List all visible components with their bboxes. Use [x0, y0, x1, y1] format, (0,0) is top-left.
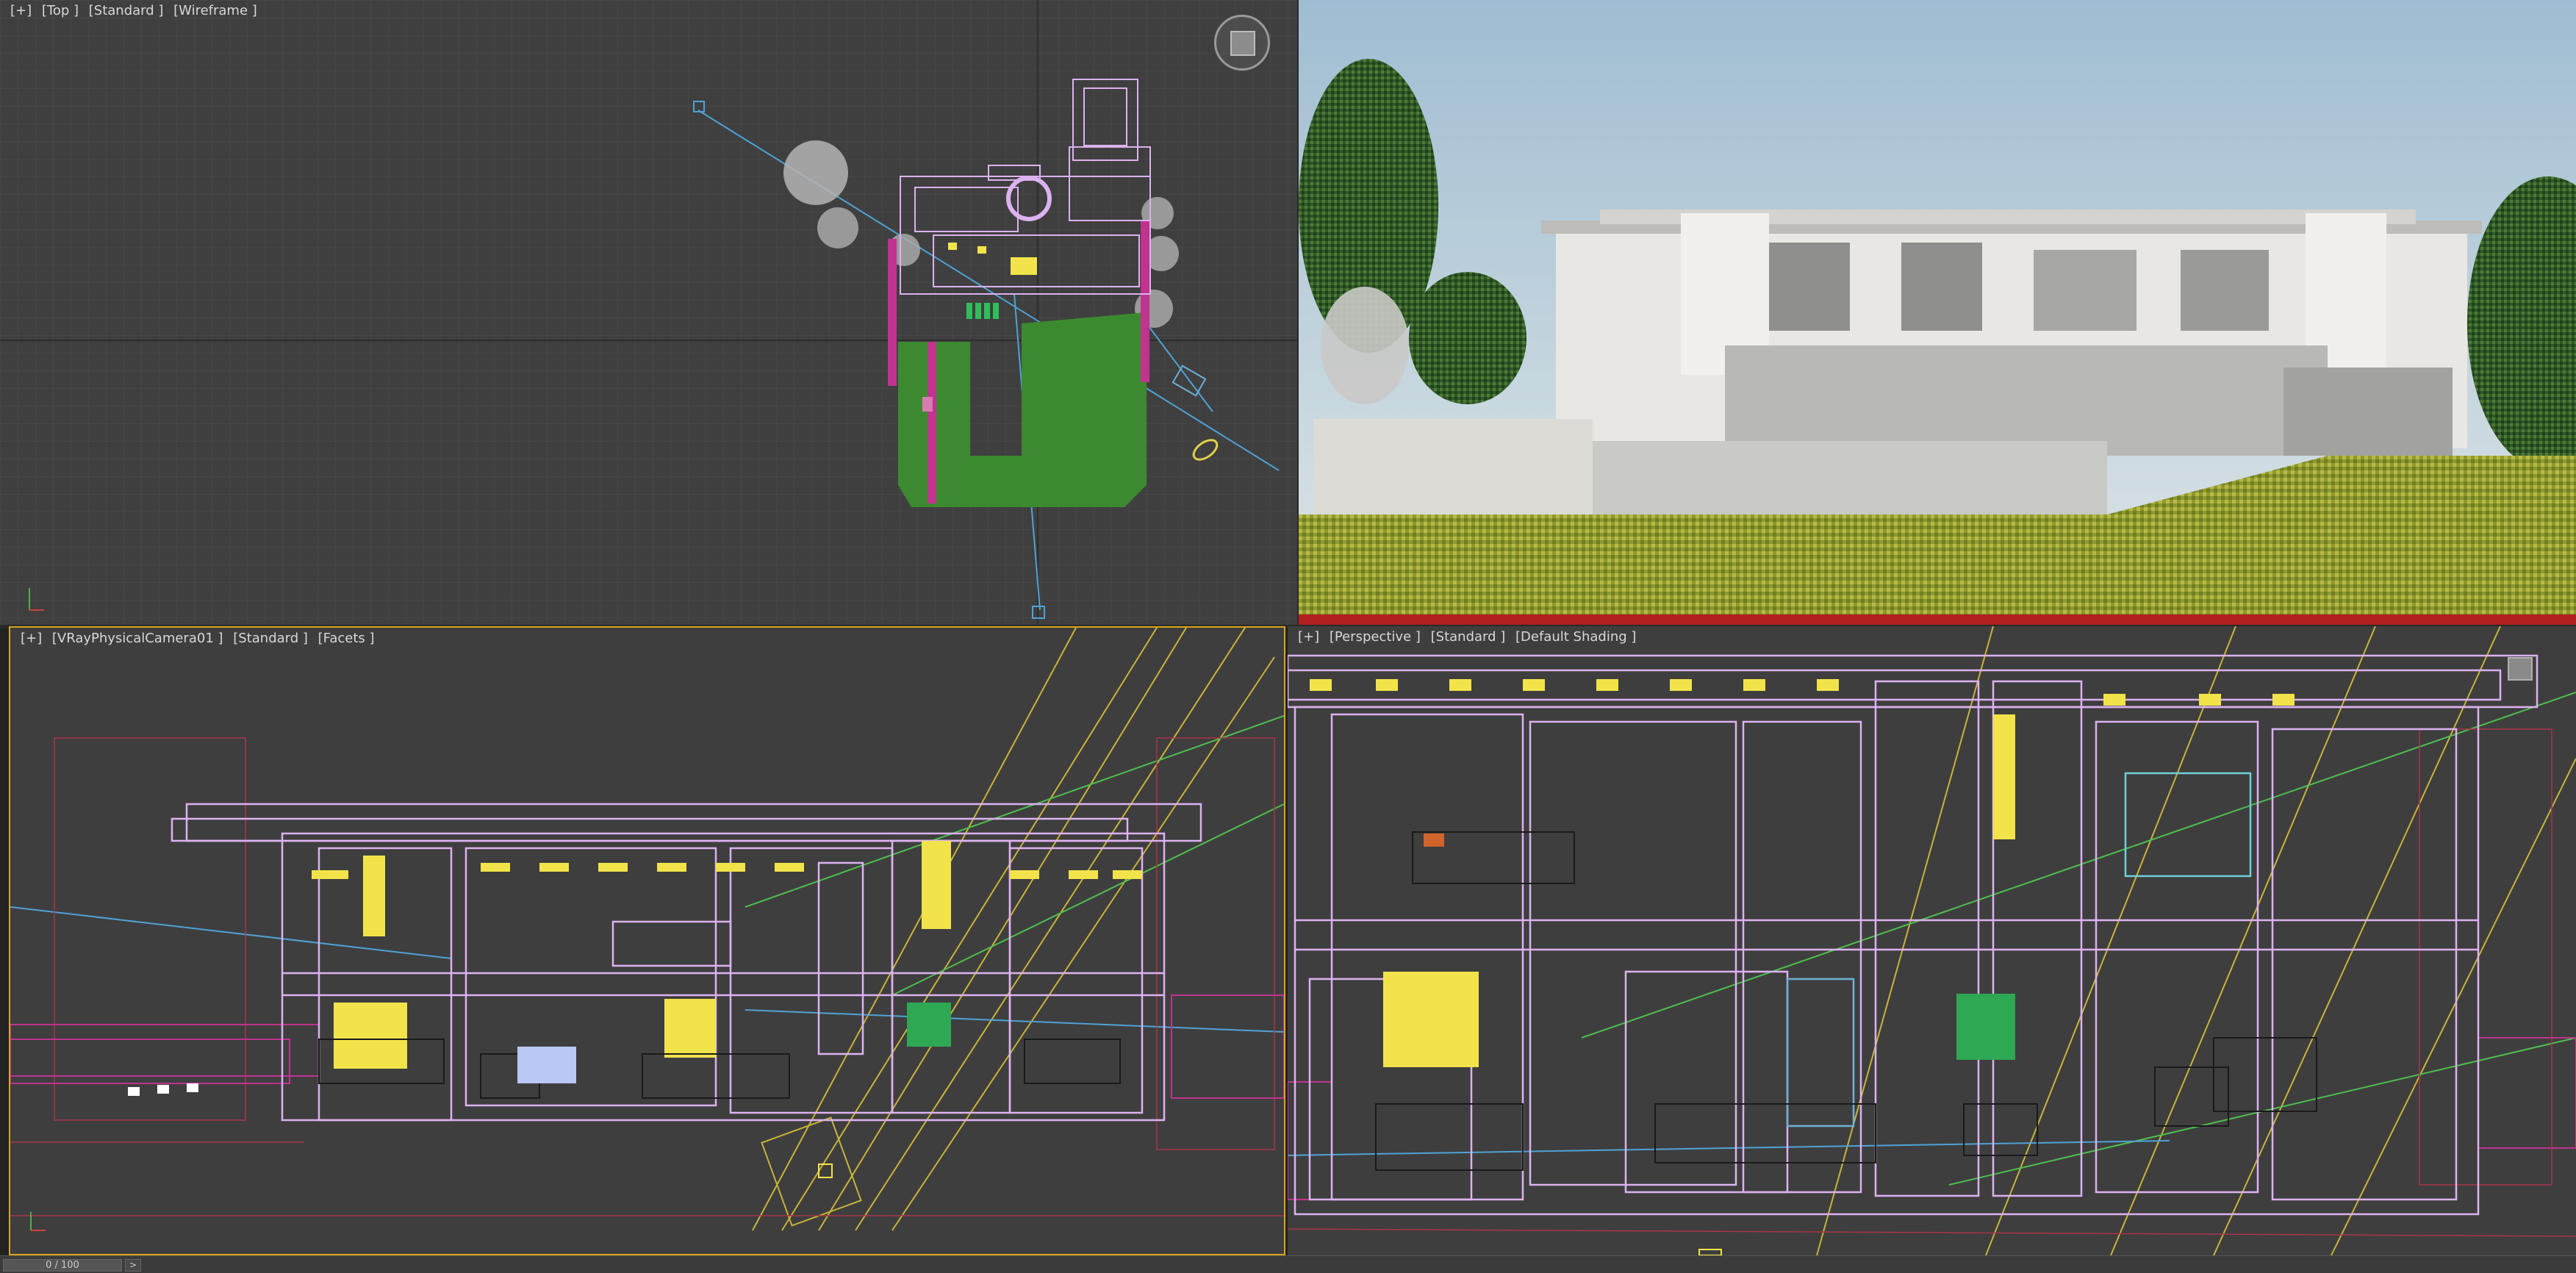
viewport-camera-shading[interactable]: [Facets ] [318, 631, 375, 646]
light-rays [752, 628, 1275, 1231]
viewport-perspective[interactable]: [+] [Perspective ] [Standard ] [Default … [1288, 626, 2576, 1255]
green-object [907, 1003, 951, 1047]
viewport-render[interactable] [1299, 0, 2576, 625]
blue-object [517, 1047, 576, 1083]
yellow-fixtures [1310, 679, 2295, 1067]
viewport-top[interactable]: [+] [Top ] [Standard ] [Wireframe ] [0, 0, 1299, 625]
viewport-top-shading[interactable]: [Wireframe ] [173, 3, 257, 18]
perspective-canvas[interactable] [1288, 626, 2576, 1255]
boundary-wall [1313, 419, 1593, 514]
light-marker[interactable] [818, 1163, 833, 1178]
viewcube-face[interactable] [1230, 31, 1255, 56]
light-rays [1816, 626, 2576, 1255]
viewport-perspective-label[interactable]: [+] [Perspective ] [Standard ] [Default … [1298, 629, 1642, 645]
viewport-perspective-shading[interactable]: [Default Shading ] [1515, 629, 1636, 645]
viewport-perspective-plus[interactable]: [+] [1298, 629, 1319, 645]
viewport-camera-mode[interactable]: [Standard ] [233, 631, 308, 646]
tree-symbol [783, 140, 848, 205]
viewport-top-plus[interactable]: [+] [10, 3, 32, 18]
camera-canvas[interactable] [10, 628, 1284, 1254]
viewport-top-view[interactable]: [Top ] [42, 3, 79, 18]
ground-wires [10, 737, 1284, 1216]
hedges [1288, 1037, 2576, 1200]
yellow-fixtures [312, 841, 1142, 1069]
frame-counter[interactable]: 0 / 100 [3, 1259, 122, 1272]
viewport-camera-label[interactable]: [+] [VRayPhysicalCamera01 ] [Standard ] … [21, 631, 381, 646]
building-wireframe[interactable] [1288, 654, 2539, 1216]
hedge [888, 239, 897, 386]
viewport-top-label[interactable]: [+] [Top ] [Standard ] [Wireframe ] [10, 3, 263, 18]
viewport-camera[interactable]: [+] [VRayPhysicalCamera01 ] [Standard ] … [9, 626, 1285, 1255]
viewport-perspective-mode[interactable]: [Standard ] [1431, 629, 1506, 645]
viewcube-small[interactable] [2508, 657, 2533, 681]
viewcube[interactable] [1214, 15, 1270, 71]
viewport-camera-view[interactable]: [VRayPhysicalCamera01 ] [52, 631, 223, 646]
furniture-wireframe [1375, 831, 2317, 1171]
render-image [1299, 0, 2576, 625]
viewport-top-mode[interactable]: [Standard ] [89, 3, 164, 18]
viewport-perspective-view[interactable]: [Perspective ] [1330, 629, 1421, 645]
building-wireframe[interactable] [171, 803, 1202, 1122]
next-frame-icon[interactable]: > [125, 1259, 141, 1272]
viewport-camera-plus[interactable]: [+] [21, 631, 42, 646]
top-plan-canvas[interactable] [0, 0, 1297, 625]
green-object [1956, 994, 2015, 1060]
time-slider[interactable]: 0 / 100 > [0, 1255, 2576, 1273]
